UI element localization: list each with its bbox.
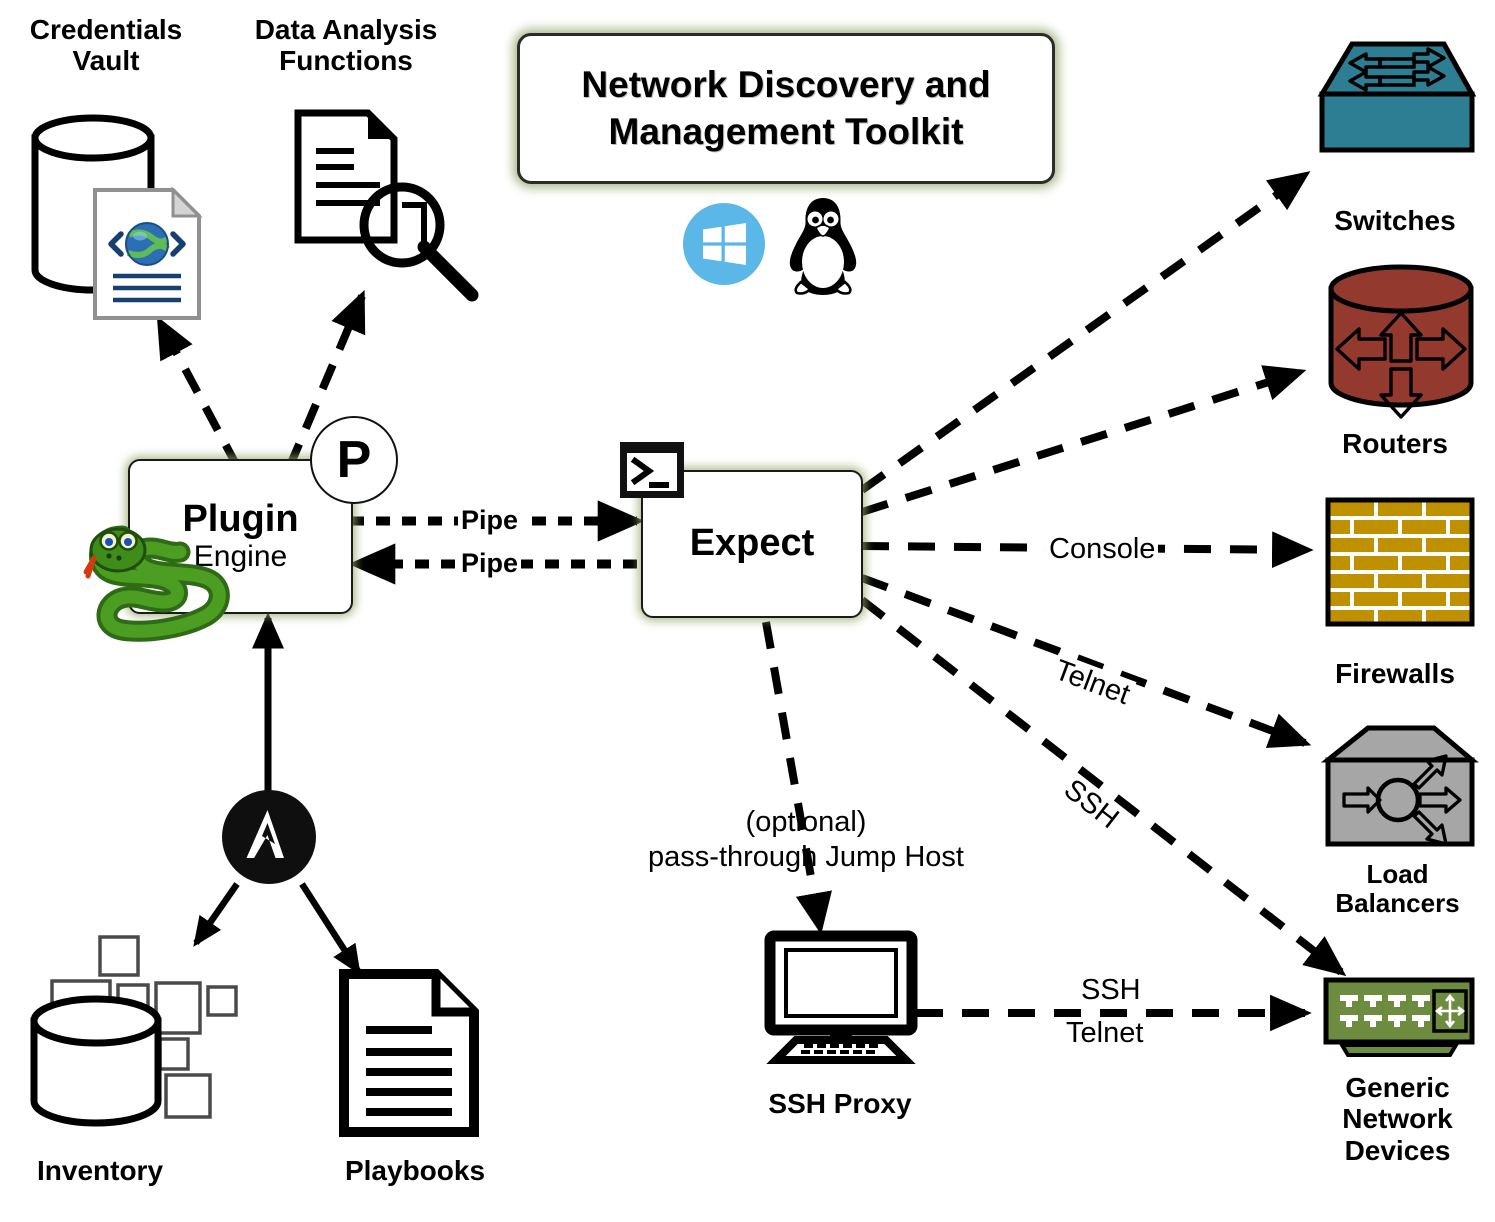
proxy-ssh-label: SSH [1078, 974, 1144, 1007]
windows-logo-icon [683, 203, 765, 285]
inventory-label: Inventory [36, 1155, 164, 1186]
pipe-in-label: Pipe [458, 548, 522, 579]
database-with-xml-document-icon [25, 108, 215, 320]
switch-icon [1317, 38, 1477, 166]
credentials-vault-label: Credentials Vault [29, 14, 183, 77]
telnet-label: Telnet [1047, 653, 1137, 714]
ssh-label: SSH [1054, 771, 1127, 838]
console-label: Console [1046, 533, 1159, 566]
diagram-title-banner: Network Discovery and Management Toolkit [517, 33, 1055, 184]
ansible-logo-icon[interactable] [222, 790, 316, 884]
routers-label: Routers [1342, 428, 1448, 459]
edge-expect-to-routers [860, 365, 1307, 516]
python-snake-icon [83, 525, 230, 642]
firewalls-label: Firewalls [1335, 658, 1455, 689]
switches-label: Switches [1334, 205, 1456, 236]
firewall-brick-icon [1325, 497, 1475, 627]
generic-network-devices-label: Generic Network Devices [1342, 1072, 1453, 1166]
data-analysis-functions-label: Data Analysis Functions [254, 14, 438, 77]
edge-expect-to-switches [859, 171, 1311, 494]
diagram-canvas: Network Discovery and Management Toolkit… [0, 0, 1495, 1222]
edge-expect-to-load-balancers [860, 574, 1312, 748]
page-title: Network Discovery and Management Toolkit [581, 64, 991, 152]
terminal-prompt-icon [620, 442, 684, 498]
desktop-computer-icon [756, 930, 926, 1065]
router-icon [1325, 264, 1477, 419]
edge-ansible-to-playbooks [299, 882, 361, 976]
playbooks-label: Playbooks [344, 1155, 486, 1186]
jump-host-note: (optional) pass-through Jump Host [648, 806, 964, 874]
edge-expect-to-generic-devices [859, 596, 1347, 977]
edge-expect-to-ssh-proxy [762, 621, 832, 935]
proxy-telnet-label: Telnet [1063, 1017, 1147, 1050]
database-with-nodes-icon [22, 925, 242, 1135]
generic-network-device-icon [1320, 975, 1478, 1061]
expect-title: Expect [689, 522, 815, 565]
load-balancers-label: Load Balancers [1335, 859, 1460, 919]
document-with-magnifier-icon [290, 105, 490, 310]
linux-penguin-icon [779, 196, 867, 296]
ssh-proxy-label: SSH Proxy [768, 1088, 912, 1119]
document-icon [336, 968, 486, 1138]
load-balancer-icon [1320, 722, 1479, 850]
pipe-out-label: Pipe [458, 505, 522, 536]
edge-plugin-to-credentials-vault [156, 316, 242, 470]
plugin-p-badge: P [310, 416, 398, 504]
